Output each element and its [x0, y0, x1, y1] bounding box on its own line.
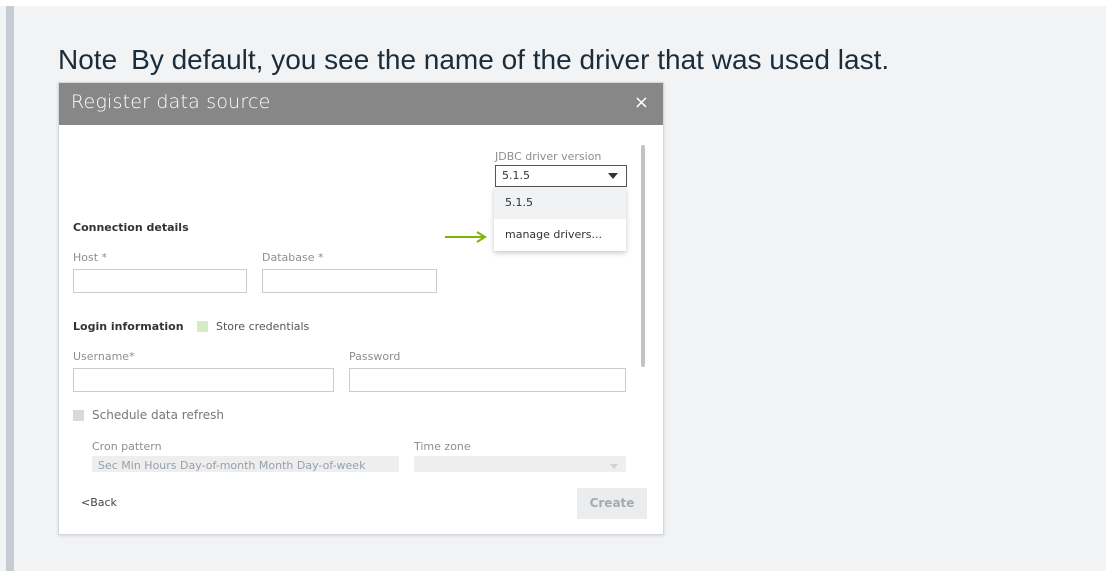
back-button[interactable]: <Back	[81, 496, 117, 509]
schedule-refresh-checkbox[interactable]	[73, 410, 84, 421]
note-body: By default, you see the name of the driv…	[131, 44, 890, 75]
register-data-source-dialog: Register data source × JDBC driver versi…	[58, 82, 664, 535]
password-input[interactable]	[349, 368, 626, 392]
chevron-down-icon	[608, 173, 618, 179]
username-label: Username*	[73, 350, 135, 363]
store-credentials-label: Store credentials	[216, 320, 310, 333]
note-accent-bar	[6, 6, 14, 571]
cron-pattern-label: Cron pattern	[92, 440, 162, 453]
dialog-scrollbar[interactable]	[641, 145, 645, 367]
jdbc-driver-selected-value: 5.1.5	[502, 169, 530, 182]
login-information-heading: Login information	[73, 320, 184, 333]
chevron-left-icon: <	[81, 496, 91, 509]
cron-pattern-placeholder: Sec Min Hours Day-of-month Month Day-of-…	[98, 459, 366, 472]
note-text: Note By default, you see the name of the …	[58, 44, 889, 76]
password-label: Password	[349, 350, 401, 363]
host-input[interactable]	[73, 269, 247, 293]
jdbc-driver-select[interactable]: 5.1.5	[495, 165, 627, 187]
arrow-right-icon	[445, 231, 487, 243]
username-input[interactable]	[73, 368, 334, 392]
back-button-label: Back	[90, 496, 117, 509]
connection-details-heading: Connection details	[73, 221, 189, 234]
jdbc-driver-version-label: JDBC driver version	[495, 150, 602, 163]
time-zone-select[interactable]	[414, 456, 626, 472]
chevron-down-icon	[610, 464, 618, 469]
jdbc-driver-dropdown: 5.1.5 manage drivers...	[494, 187, 626, 251]
dialog-header: Register data source ×	[59, 83, 663, 125]
close-icon[interactable]: ×	[634, 93, 649, 113]
host-label: Host *	[73, 251, 108, 264]
dialog-title: Register data source	[71, 91, 271, 113]
create-button[interactable]: Create	[577, 488, 647, 519]
schedule-refresh-label: Schedule data refresh	[92, 408, 224, 422]
time-zone-label: Time zone	[414, 440, 471, 453]
database-label: Database *	[262, 251, 324, 264]
dropdown-option-5-1-5[interactable]: 5.1.5	[494, 187, 626, 219]
note-label: Note	[58, 44, 118, 75]
dropdown-option-manage-drivers[interactable]: manage drivers...	[494, 219, 626, 251]
store-credentials-checkbox[interactable]	[197, 321, 208, 332]
cron-pattern-input[interactable]: Sec Min Hours Day-of-month Month Day-of-…	[92, 456, 399, 472]
database-input[interactable]	[262, 269, 437, 293]
note-panel: Note By default, you see the name of the …	[0, 6, 1106, 571]
